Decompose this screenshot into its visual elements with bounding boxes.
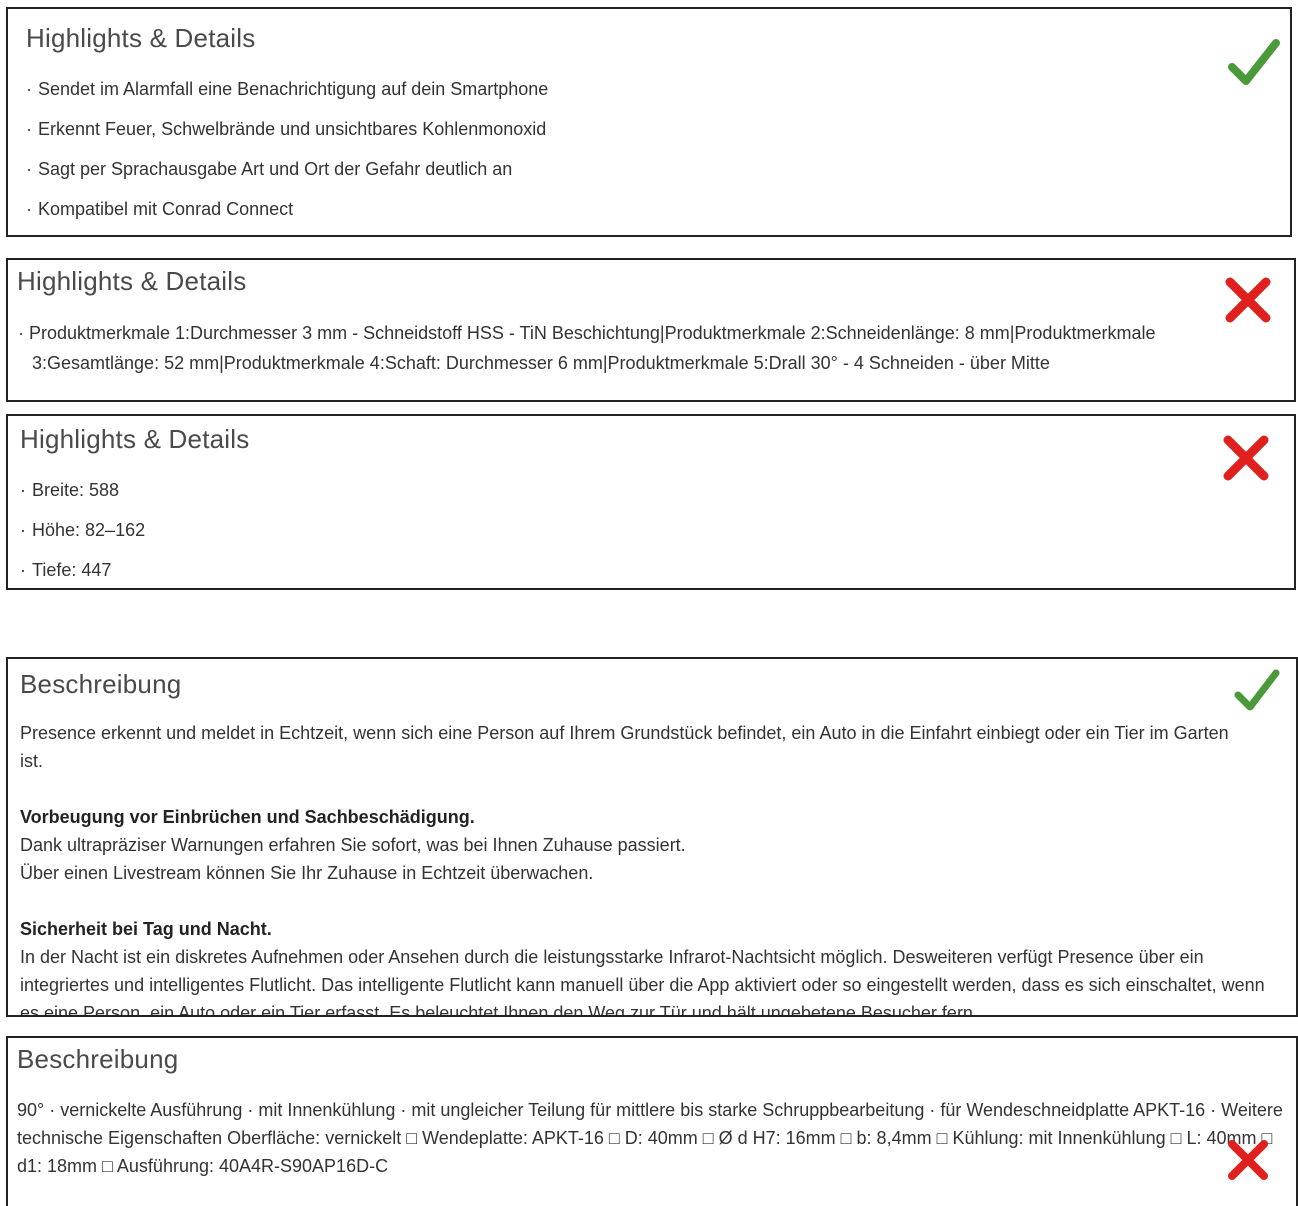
- list-item: · Kompatibel mit Conrad Connect: [26, 199, 294, 219]
- description-line: Über einen Livestream können Sie Ihr Zuh…: [20, 863, 594, 883]
- description-intro: Presence erkennt und meldet in Echtzeit,…: [20, 723, 1229, 771]
- cross-icon: [1225, 277, 1271, 323]
- section-heading: Vorbeugung vor Einbrüchen und Sachbeschä…: [20, 807, 475, 827]
- description-paragraph: In der Nacht ist ein diskretes Aufnehmen…: [20, 947, 1265, 1015]
- list-item: · Breite: 588: [20, 480, 120, 500]
- description-card-1: Beschreibung Presence erkennt und meldet…: [6, 657, 1298, 1017]
- description-line: Dank ultrapräziser Warnungen erfahren Si…: [20, 835, 686, 855]
- list-item: · Sendet im Alarmfall eine Benachrichtigu…: [26, 79, 549, 99]
- section-heading: Sicherheit bei Tag und Nacht.: [20, 919, 272, 939]
- list-item: · Tiefe: 447: [20, 560, 112, 580]
- list-item: · Erkennt Feuer, Schwelbrände und unsicht…: [26, 119, 547, 139]
- card-title: Highlights & Details: [17, 266, 247, 296]
- description-body: Presence erkennt und meldet in Echtzeit,…: [20, 719, 1282, 1015]
- description-paragraph: 90° · vernickelte Ausführung · mit Innen…: [17, 1100, 1283, 1176]
- highlights-list: · Sendet im Alarmfall eine Benachrichtigu…: [26, 77, 1176, 237]
- highlights-card-3: Highlights & Details · Breite: 588 · Höhe:…: [6, 414, 1296, 590]
- highlights-list: · Breite: 588 · Höhe: 82–162 · Tiefe: 447: [20, 478, 620, 598]
- card-title: Beschreibung: [17, 1044, 179, 1074]
- card-title: Beschreibung: [20, 669, 182, 699]
- card-title: Highlights & Details: [20, 424, 250, 454]
- cross-icon: [1223, 435, 1269, 481]
- list-item: · Sagt per Sprachausgabe Art und Ort der …: [26, 159, 513, 179]
- highlights-card-2: Highlights & Details · Produktmerkmale 1…: [6, 258, 1296, 402]
- cross-icon: [1228, 1140, 1268, 1180]
- list-item: · Höhe: 82–162: [20, 520, 146, 540]
- card-title: Highlights & Details: [26, 23, 256, 53]
- checkmark-icon: [1234, 669, 1280, 711]
- list-item: · Produktmerkmale 1:Durchmesser 3 mm - S…: [18, 323, 1156, 373]
- highlights-card-1: Highlights & Details · Sendet im Alarmfal…: [6, 7, 1292, 237]
- checkmark-icon: [1228, 39, 1280, 85]
- description-card-2: Beschreibung 90° · vernickelte Ausführun…: [6, 1036, 1298, 1206]
